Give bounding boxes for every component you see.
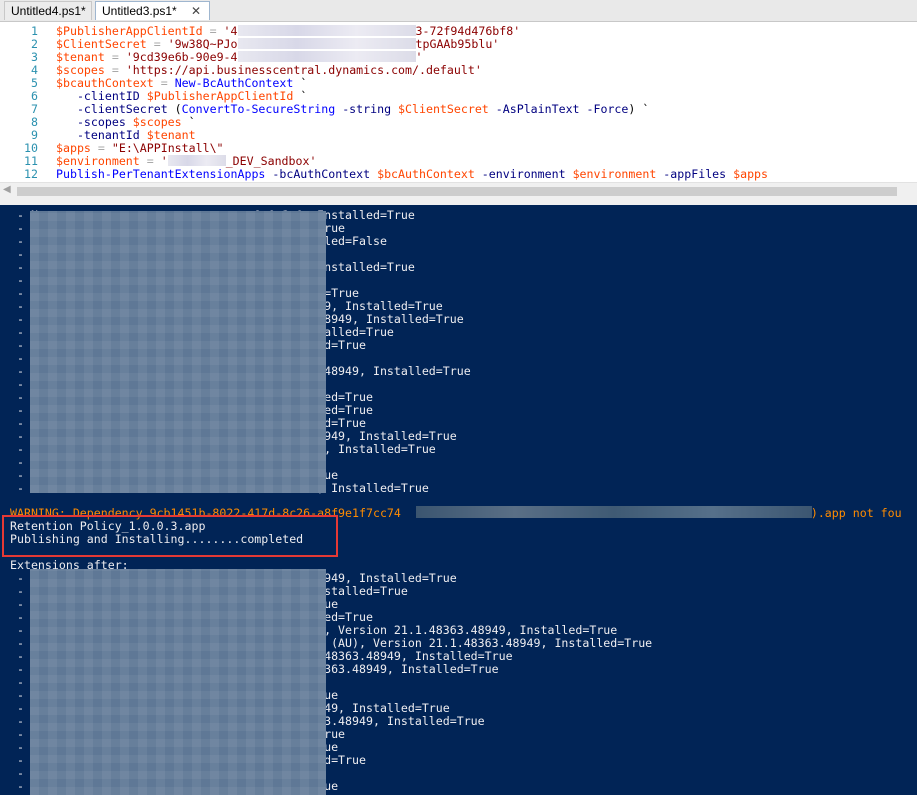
tab-label: Untitled4.ps1*: [11, 4, 86, 18]
redacted-blur: [237, 51, 416, 62]
redacted-blur: [237, 38, 416, 49]
tab-strip: Untitled4.ps1* Untitled3.ps1* ✕: [0, 0, 917, 22]
tab-untitled4[interactable]: Untitled4.ps1*: [4, 1, 92, 20]
redacted-blur: [237, 25, 416, 36]
redacted-blur: [30, 211, 326, 493]
tab-untitled3[interactable]: Untitled3.ps1* ✕: [95, 1, 210, 20]
redacted-blur: [30, 569, 326, 795]
horizontal-scrollbar[interactable]: ◀: [0, 182, 917, 200]
highlight-box: [2, 515, 338, 557]
scrollbar-thumb[interactable]: [17, 187, 897, 196]
close-icon[interactable]: ✕: [191, 2, 201, 21]
redacted-blur: [416, 506, 812, 518]
console-output[interactable]: - N 9.0.3.0, Installed=True - Installed=…: [0, 205, 917, 795]
script-editor[interactable]: 1 $PublisherAppClientId = '4 3-72f94d476bf…: [0, 22, 917, 182]
line-number: 12: [24, 167, 38, 181]
tab-label: Untitled3.ps1*: [102, 4, 177, 18]
scroll-left-arrow-icon[interactable]: ◀: [3, 184, 11, 195]
redacted-blur: [167, 155, 226, 166]
